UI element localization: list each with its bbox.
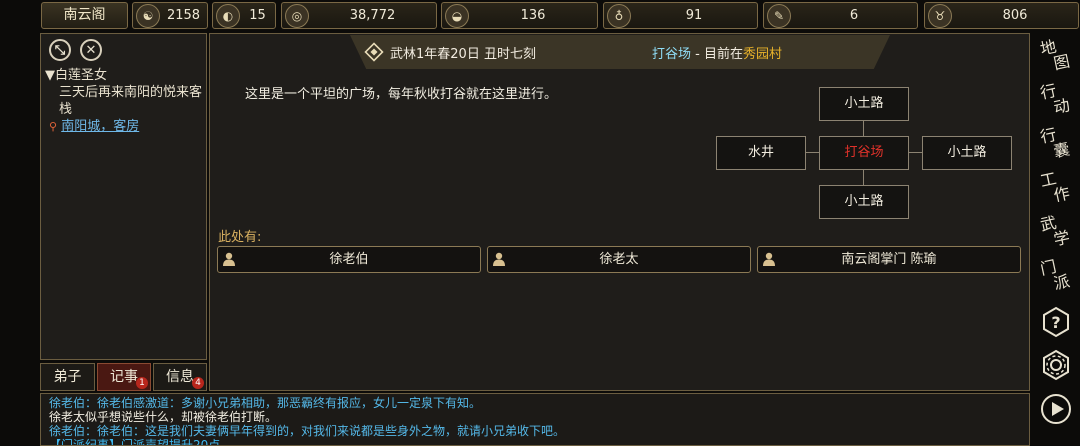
gourd-icon: ♁ [607, 3, 631, 28]
tab-messages[interactable]: 信息 4 [153, 363, 207, 391]
map-room-current: 打谷场 [819, 136, 909, 170]
menu-char: 派 [1051, 271, 1072, 294]
stat-value: 38,772 [349, 8, 396, 23]
play-icon[interactable] [1040, 393, 1072, 425]
stat-yinyang[interactable]: ◐ 15 [212, 2, 276, 29]
stat-value: 6 [849, 8, 859, 23]
message-log[interactable]: 徐老伯：徐老伯感激道：多谢小兄弟相助，那恶霸终有报应，女儿一定泉下有知。 徐老太… [40, 393, 1030, 446]
stat-scroll[interactable]: ✎ 6 [763, 2, 918, 29]
side-menu-martial[interactable]: 武学 [1036, 212, 1074, 250]
collapse-triangle-icon: ▼ [45, 68, 55, 83]
menu-char: 作 [1051, 183, 1072, 206]
village-name: 秀园村 [743, 47, 783, 62]
log-line: 徐老伯：徐老伯感激道：多谢小兄弟相助，那恶霸终有报应，女儿一定泉下有知。 [49, 396, 482, 410]
npc-name: 徐老太 [599, 252, 639, 267]
side-menu-work[interactable]: 工作 [1036, 168, 1074, 206]
notification-badge: 1 [136, 377, 148, 389]
npc-name: 徐老伯 [329, 252, 369, 267]
quest-entry[interactable]: ▼白莲圣女 三天后再来南阳的悦来客栈 ⚲ 南阳城，客房 [45, 67, 205, 135]
quest-panel: ⤡ ✕ ▼白莲圣女 三天后再来南阳的悦来客栈 ⚲ 南阳城，客房 [40, 33, 207, 360]
npc-name: 南云阁掌门 陈瑜 [841, 252, 937, 267]
stat-money[interactable]: ◎ 38,772 [281, 2, 437, 29]
stat-livestock[interactable]: ♉ 806 [924, 2, 1079, 29]
side-menu-bag[interactable]: 行囊 [1036, 124, 1074, 162]
log-line: 【门派纪事】门派声望提升20点 [49, 438, 221, 446]
quest-location-link[interactable]: 南阳城，客房 [61, 119, 139, 134]
stat-value: 136 [520, 8, 546, 23]
stat-value: 15 [249, 8, 266, 23]
place-name: 打谷场 [652, 47, 692, 62]
game-date: 武林1年春20日 丑时七刻 [390, 47, 536, 62]
food-bowl-icon: ◒ [445, 3, 469, 28]
energy-icon: ☯ [136, 3, 160, 28]
stat-value: 806 [1002, 8, 1028, 23]
sect-button[interactable]: 南云阁 [41, 2, 128, 29]
coin-icon: ◎ [285, 3, 309, 28]
expand-icon[interactable]: ⤡ [49, 39, 71, 61]
notification-badge: 4 [192, 377, 204, 389]
scene-description: 这里是一个平坦的广场，每年秋收打谷就在这里进行。 [245, 87, 558, 102]
separator: - [691, 47, 704, 62]
tab-label: 记事 [110, 369, 138, 385]
person-icon [763, 252, 775, 266]
stat-drink[interactable]: ♁ 91 [603, 2, 758, 29]
npc-button[interactable]: 徐老伯 [217, 246, 481, 273]
person-icon [223, 252, 235, 266]
map-path [863, 169, 864, 185]
stat-food[interactable]: ◒ 136 [441, 2, 598, 29]
map-room-west[interactable]: 水井 [716, 136, 806, 170]
yin-yang-icon: ◐ [216, 3, 240, 28]
log-line: 徐老伯：徐老伯：这是我们夫妻俩早年得到的，对我们来说都是些身外之物，就请小兄弟收… [49, 424, 566, 438]
here-label: 此处有: [218, 230, 262, 245]
menu-char: 动 [1051, 95, 1072, 118]
calendar-icon [364, 42, 384, 62]
tab-label: 弟子 [53, 369, 82, 385]
current-location: 打谷场 - 目前在秀园村 [652, 43, 782, 62]
close-icon[interactable]: ✕ [80, 39, 102, 61]
map-room-south[interactable]: 小土路 [819, 185, 909, 219]
npc-button[interactable]: 南云阁掌门 陈瑜 [757, 246, 1021, 273]
side-menu-sect[interactable]: 门派 [1036, 256, 1074, 294]
tab-label: 信息 [166, 369, 194, 385]
location-pin-icon: ⚲ [49, 120, 58, 133]
scroll-icon: ✎ [767, 3, 791, 28]
side-menu-action[interactable]: 行动 [1036, 80, 1074, 118]
menu-char: 图 [1051, 51, 1072, 74]
map-path [908, 152, 922, 153]
tab-journal[interactable]: 记事 1 [97, 363, 151, 391]
npc-button[interactable]: 徐老太 [487, 246, 751, 273]
quest-name: 白莲圣女 [55, 68, 108, 83]
stat-value: 91 [685, 8, 703, 23]
log-line: 徐老太似乎想说些什么，却被徐老伯打断。 [49, 410, 278, 424]
settings-gear-icon[interactable] [1040, 349, 1072, 381]
menu-char: 学 [1051, 227, 1072, 250]
map-path [863, 121, 864, 136]
menu-char: 囊 [1051, 139, 1072, 162]
help-icon[interactable]: ? [1040, 306, 1072, 338]
map-room-north[interactable]: 小土路 [819, 87, 909, 121]
side-menu-map[interactable]: 地图 [1036, 36, 1074, 74]
pig-icon: ♉ [928, 3, 952, 28]
stat-energy[interactable]: ☯ 2158 [132, 2, 208, 29]
quest-desc: 三天后再来南阳的悦来客栈 [59, 85, 203, 117]
stat-value: 2158 [166, 8, 201, 23]
svg-text:?: ? [1051, 313, 1060, 332]
map-path [806, 152, 819, 153]
map-room-east[interactable]: 小土路 [922, 136, 1012, 170]
at-label: 目前在 [703, 47, 743, 62]
person-icon [493, 252, 505, 266]
tab-disciples[interactable]: 弟子 [40, 363, 95, 391]
